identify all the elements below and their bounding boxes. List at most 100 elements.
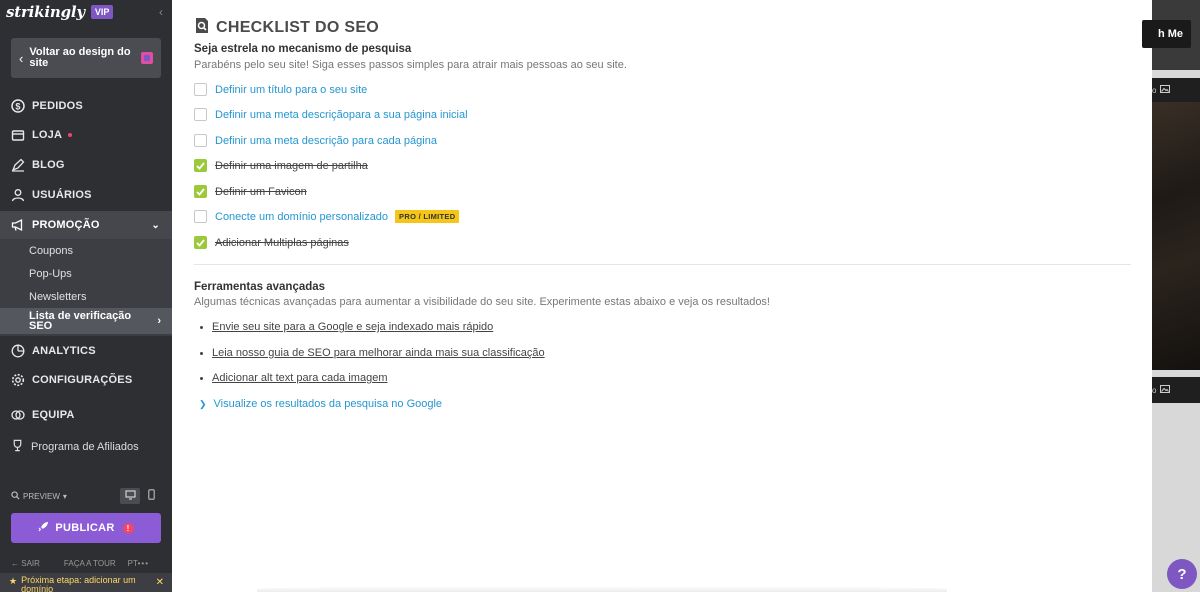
mobile-icon <box>147 487 155 505</box>
strikingly-logo[interactable]: strikingly <box>6 3 85 21</box>
palette-icon <box>141 52 153 64</box>
chevron-left-icon: ‹ <box>19 50 24 66</box>
checkbox-checked[interactable] <box>194 236 207 249</box>
nav-label: BLOG <box>32 159 65 171</box>
chevron-right-icon: ❯ <box>199 398 207 409</box>
publish-label: PUBLICAR <box>55 522 115 534</box>
seo-guide-link[interactable]: Leia nosso guia de SEO para melhorar ain… <box>212 347 545 359</box>
list-item[interactable]: Adicionar alt text para cada imagem <box>200 372 387 384</box>
image-icon[interactable] <box>1160 85 1171 95</box>
help-button[interactable]: ? <box>1167 559 1197 589</box>
logout-link[interactable]: ← SAIR <box>11 559 52 568</box>
svg-text:$: $ <box>15 102 20 112</box>
nav-label: PROMOÇÃO <box>32 219 100 231</box>
list-item[interactable]: Envie seu site para a Google e seja inde… <box>200 321 493 333</box>
preview-section-text: o <box>1152 85 1157 95</box>
notification-dot <box>68 133 73 137</box>
checklist-item-label[interactable]: Definir uma meta descriçãopara a sua pág… <box>215 109 468 121</box>
section-description-advanced: Algumas técnicas avançadas para aumentar… <box>194 296 770 308</box>
checklist-item-label[interactable]: Definir um título para o seu site <box>215 84 367 96</box>
section-heading-advanced: Ferramentas avançadas <box>194 281 326 293</box>
nav-item-analytics[interactable]: ANALYTICS <box>0 337 172 365</box>
checklist-item-label: Definir um Favicon <box>215 185 307 198</box>
close-icon[interactable]: ✕ <box>156 577 164 588</box>
checkbox[interactable] <box>194 210 207 223</box>
checklist-item[interactable]: Conecte um domínio personalizado PRO / L… <box>194 210 460 223</box>
checkbox[interactable] <box>194 83 207 96</box>
checklist-item[interactable]: Definir um título para o seu site <box>194 83 367 96</box>
checklist-item[interactable]: Definir uma imagem de partilha <box>194 159 368 172</box>
checklist-item[interactable]: Adicionar Multiplas páginas <box>194 236 349 249</box>
nav-item-usuarios[interactable]: USUÁRIOS <box>0 181 172 209</box>
checkbox-checked[interactable] <box>194 185 207 198</box>
rocket-icon <box>38 521 49 535</box>
logout-label: SAIR <box>21 559 40 568</box>
image-icon[interactable] <box>1160 385 1171 395</box>
checkbox-checked[interactable] <box>194 159 207 172</box>
nav-label: USUÁRIOS <box>32 189 92 201</box>
checkbox[interactable] <box>194 108 207 121</box>
google-results-toggle[interactable]: ❯ Visualize os resultados da pesquisa no… <box>199 398 442 410</box>
collapse-sidebar-icon[interactable]: ‹ <box>159 5 163 19</box>
google-indexing-link[interactable]: Envie seu site para a Google e seja inde… <box>212 321 493 333</box>
list-item[interactable]: Leia nosso guia de SEO para melhorar ain… <box>200 347 545 359</box>
team-icon <box>11 408 25 422</box>
take-tour-link[interactable]: FAÇA A TOUR <box>64 559 116 568</box>
affiliate-program-link[interactable]: Programa de Afiliados <box>11 439 139 455</box>
seo-checklist-panel: CHECKLIST DO SEO Seja estrela no mecanis… <box>172 0 1152 592</box>
checkbox[interactable] <box>194 134 207 147</box>
megaphone-icon <box>11 218 25 232</box>
next-step-banner[interactable]: ★ Próxima etapa: adicionar um domínio ✕ <box>0 573 172 592</box>
checklist-item[interactable]: Definir uma meta descrição para cada pág… <box>194 134 437 147</box>
nav-item-equipa[interactable]: EQUIPA <box>0 401 172 429</box>
nav-item-promocao[interactable]: PROMOÇÃO ⌄ <box>0 211 172 239</box>
nav-item-blog[interactable]: BLOG <box>0 151 172 179</box>
panel-header: CHECKLIST DO SEO <box>194 17 379 39</box>
section-heading-search: Seja estrela no mecanismo de pesquisa <box>194 43 412 55</box>
checklist-item[interactable]: Definir uma meta descriçãopara a sua pág… <box>194 108 468 121</box>
nav-item-pedidos[interactable]: $ PEDIDOS <box>0 92 172 120</box>
trophy-icon <box>11 439 24 455</box>
back-to-design-button[interactable]: ‹ Voltar ao design do site <box>11 38 161 78</box>
gear-icon <box>11 373 25 387</box>
vip-badge: VIP <box>90 5 114 19</box>
checklist-item-label[interactable]: Definir uma meta descrição para cada pág… <box>215 135 437 147</box>
promocao-submenu: Coupons Pop-Ups Newsletters Lista de ver… <box>0 239 172 336</box>
section-description-search: Parabéns pelo seu site! Siga esses passo… <box>194 59 627 71</box>
google-results-label: Visualize os resultados da pesquisa no G… <box>213 398 443 410</box>
preview-cta-button[interactable]: h Me <box>1142 20 1191 48</box>
checkmark-icon <box>196 187 205 196</box>
submenu-item-popups[interactable]: Pop-Ups <box>29 268 72 280</box>
language-selector[interactable]: PT <box>128 559 138 568</box>
checklist-item-label[interactable]: Conecte um domínio personalizado <box>215 211 388 223</box>
mobile-view-button[interactable] <box>144 488 158 504</box>
publish-button[interactable]: PUBLICAR ! <box>11 513 161 543</box>
alt-text-link[interactable]: Adicionar alt text para cada imagem <box>212 372 387 384</box>
store-icon <box>11 128 25 142</box>
preview-dropdown[interactable]: PREVIEW ▾ <box>11 491 67 502</box>
more-options-icon[interactable]: ••• <box>138 559 149 568</box>
desktop-icon <box>124 487 136 505</box>
chevron-down-icon: ⌄ <box>151 219 160 231</box>
nav-label: ANALYTICS <box>32 345 96 357</box>
nav-label: PEDIDOS <box>32 100 83 112</box>
submenu-item-seo-checklist[interactable]: Lista de verificação SEO › <box>0 308 172 334</box>
checklist-item[interactable]: Definir um Favicon <box>194 185 307 198</box>
nav-item-loja[interactable]: LOJA <box>0 121 172 149</box>
submenu-item-newsletters[interactable]: Newsletters <box>29 291 86 303</box>
nav-label: LOJA <box>32 129 63 141</box>
preview-section-text: o <box>1152 385 1157 395</box>
affiliate-label: Programa de Afiliados <box>31 441 139 453</box>
checklist-item-label: Adicionar Multiplas páginas <box>215 236 349 249</box>
submenu-item-coupons[interactable]: Coupons <box>29 245 73 257</box>
next-step-text: Próxima etapa: adicionar um domínio <box>21 575 136 592</box>
divider <box>194 264 1131 265</box>
desktop-view-button[interactable] <box>120 488 140 504</box>
chevron-right-icon: › <box>157 315 161 327</box>
pen-icon <box>11 158 25 172</box>
preview-section-label: o <box>1152 377 1200 403</box>
panel-bottom-shadow <box>257 586 947 592</box>
page-title: CHECKLIST DO SEO <box>216 19 380 36</box>
seo-checklist-label: Lista de verificação SEO <box>29 310 132 332</box>
nav-item-configuracoes[interactable]: CONFIGURAÇÕES <box>0 366 172 394</box>
